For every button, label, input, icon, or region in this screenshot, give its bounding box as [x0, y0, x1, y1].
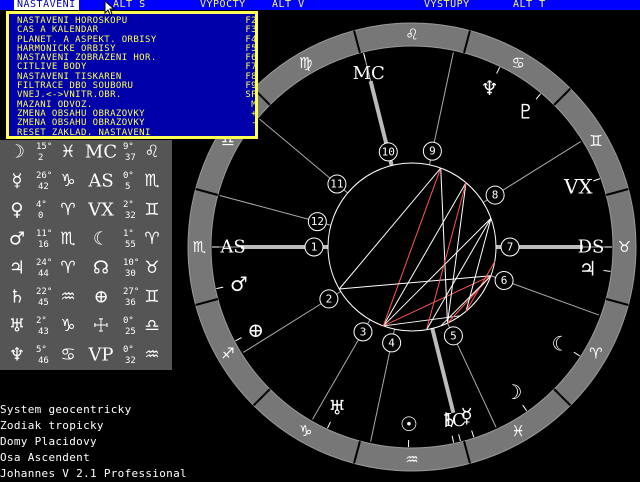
chart-point-glyph: ♂: [230, 272, 248, 296]
house-number: 7: [507, 241, 514, 254]
info-axis: Osa Ascendent: [0, 450, 187, 466]
point-tick: [216, 287, 223, 288]
zodiac-sign-icon: ♍: [299, 54, 312, 72]
chart-point-glyph: MC: [353, 63, 385, 84]
house-number: 8: [492, 189, 499, 202]
point-tick: [523, 405, 527, 411]
point-tick: [604, 271, 611, 272]
point-tick: [235, 338, 241, 341]
chart-point-glyph: ♆: [481, 76, 499, 100]
aspect-line: [383, 168, 440, 326]
house-number: 11: [330, 178, 343, 191]
zodiac-sign-icon: ♈: [589, 344, 602, 362]
zodiac-sign-icon: ♑: [299, 422, 312, 440]
chart-point-glyph: DS: [578, 237, 605, 258]
chart-point-glyph: VX: [563, 174, 593, 198]
chart-point-glyph: ♄: [440, 408, 458, 432]
chart-point-glyph: ☿: [461, 403, 473, 427]
point-tick: [327, 422, 330, 428]
info-houses: Domy Placidovy: [0, 434, 187, 450]
house-number: 12: [311, 215, 324, 228]
house-number: 10: [382, 145, 395, 158]
dropdown-item-shortcut: -: [251, 119, 257, 128]
house-number: 1: [311, 241, 318, 254]
aspect-line: [427, 183, 466, 330]
zodiac-sign-icon: ♏: [193, 238, 207, 256]
mouse-cursor-icon: [104, 0, 116, 16]
chart-point-glyph: ☉: [400, 412, 418, 436]
house-number: 2: [326, 292, 333, 305]
point-tick: [574, 352, 580, 356]
point-tick: [472, 431, 474, 438]
chart-point-glyph: ☾: [551, 331, 569, 355]
zodiac-sign-icon: ♐: [221, 344, 234, 362]
zodiac-sign-icon: ♉: [618, 238, 631, 256]
aspect-line: [447, 183, 465, 323]
zodiac-sign-icon: ♋: [512, 54, 525, 72]
house-number: 6: [501, 274, 508, 287]
chart-point-glyph: ☽: [505, 380, 523, 404]
house-number: 5: [450, 329, 457, 342]
aspect-line: [339, 276, 491, 289]
dropdown-item-shortcut: F3: [245, 26, 257, 35]
zodiac-sign-icon: ♊: [589, 132, 602, 150]
chart-point-glyph: ♅: [328, 395, 346, 419]
chart-point-glyph: ⊕: [247, 318, 264, 342]
chart-point-glyph: AS: [219, 237, 245, 258]
chart-point-glyph: ♃: [579, 257, 597, 281]
point-tick: [497, 67, 500, 73]
aspect-line: [383, 218, 491, 326]
point-tick: [452, 436, 453, 443]
zodiac-sign-icon: ♌: [405, 26, 418, 44]
dropdown-item[interactable]: RESET ZAKLAD. NASTAVENI: [17, 129, 257, 138]
chart-point-glyph: ♇: [517, 99, 535, 123]
point-tick: [459, 434, 461, 441]
house-number: 4: [388, 336, 395, 349]
dropdown-item-label: RESET ZAKLAD. NASTAVENI: [17, 128, 151, 138]
aspect-line: [441, 276, 491, 326]
nastaveni-dropdown-menu: NASTAVENI HOROSKOPUF2CAS A KALENDARF3PLA…: [6, 11, 258, 139]
zodiac-sign-icon: ♓: [512, 422, 525, 440]
info-system: System geocentricky: [0, 402, 187, 418]
zodiac-sign-icon: ♒: [405, 451, 418, 469]
chart-info-panel: System geocentricky Zodiak tropicky Domy…: [0, 402, 187, 482]
info-zodiac: Zodiak tropicky: [0, 418, 187, 434]
point-tick: [536, 94, 540, 99]
point-tick: [593, 179, 600, 181]
point-tick: [364, 53, 366, 60]
house-number: 3: [360, 325, 367, 338]
house-number: 9: [429, 145, 436, 158]
aspect-line: [383, 183, 466, 326]
